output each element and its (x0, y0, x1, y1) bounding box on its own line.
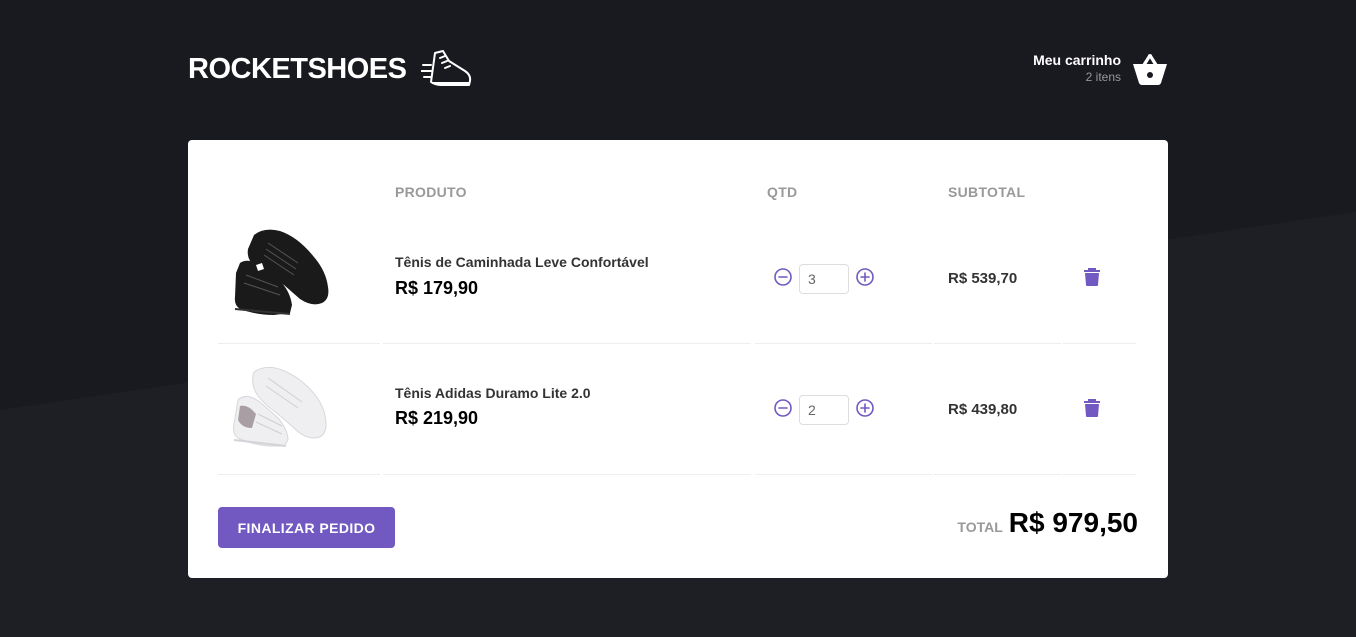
plus-circle-icon (856, 399, 874, 417)
row-divider (383, 474, 751, 475)
cart-panel: PRODUTO QTD SUBTOTAL Tênis de Caminhada … (188, 140, 1168, 578)
product-image (234, 229, 329, 315)
total-value: R$ 979,50 (1008, 507, 1138, 538)
plus-circle-icon (856, 268, 874, 286)
minus-circle-icon (774, 399, 792, 417)
total-label: TOTAL (957, 519, 1003, 535)
shopping-basket-icon (1133, 54, 1167, 85)
remove-item-button[interactable] (1083, 398, 1101, 418)
remove-item-button[interactable] (1083, 267, 1101, 287)
cart-title: Meu carrinho (1033, 52, 1121, 68)
row-divider (218, 474, 380, 475)
quantity-input[interactable] (799, 395, 849, 425)
cart-item-count: 2 itens (1085, 70, 1121, 84)
column-header-subtotal: SUBTOTAL (948, 184, 1026, 200)
row-divider (755, 474, 932, 475)
cart-summary: Meu carrinho 2 itens (1033, 52, 1121, 86)
checkout-button[interactable]: FINALIZAR PEDIDO (218, 507, 395, 548)
item-subtotal: R$ 439,80 (948, 401, 1018, 418)
trash-icon (1084, 268, 1100, 286)
logo-link[interactable]: ROCKETSHOES (188, 49, 473, 89)
sneaker-logo-icon (421, 50, 472, 86)
increment-quantity-button[interactable] (855, 267, 875, 287)
column-header-product: PRODUTO (395, 184, 467, 200)
product-price: R$ 179,90 (395, 278, 479, 298)
decrement-quantity-button[interactable] (773, 267, 793, 287)
quantity-input[interactable] (799, 264, 849, 294)
decrement-quantity-button[interactable] (773, 398, 793, 418)
table-row: Tênis Adidas Duramo Lite 2.0 R$ 219,90 R… (218, 344, 1136, 475)
page-container: ROCKETSHOES Meu carrinho 2 itens PRODUTO… (188, 0, 1168, 578)
product-name: Tênis de Caminhada Leve Confortável (395, 254, 649, 270)
table-row: Tênis de Caminhada Leve Confortável R$ 1… (218, 213, 1136, 344)
product-name: Tênis Adidas Duramo Lite 2.0 (395, 385, 591, 401)
product-image (233, 366, 327, 447)
column-header-qty: QTD (767, 184, 798, 200)
row-divider (934, 474, 1061, 475)
logo-text: ROCKETSHOES (188, 52, 407, 85)
increment-quantity-button[interactable] (855, 398, 875, 418)
item-subtotal: R$ 539,70 (948, 270, 1018, 287)
minus-circle-icon (774, 268, 792, 286)
product-price: R$ 219,90 (395, 408, 479, 428)
trash-icon (1084, 399, 1100, 417)
row-divider (1063, 474, 1136, 475)
site-header: ROCKETSHOES Meu carrinho 2 itens (188, 0, 1168, 140)
order-total: TOTAL R$ 979,50 (957, 507, 1138, 539)
cart-link[interactable]: Meu carrinho 2 itens (1033, 51, 1168, 87)
